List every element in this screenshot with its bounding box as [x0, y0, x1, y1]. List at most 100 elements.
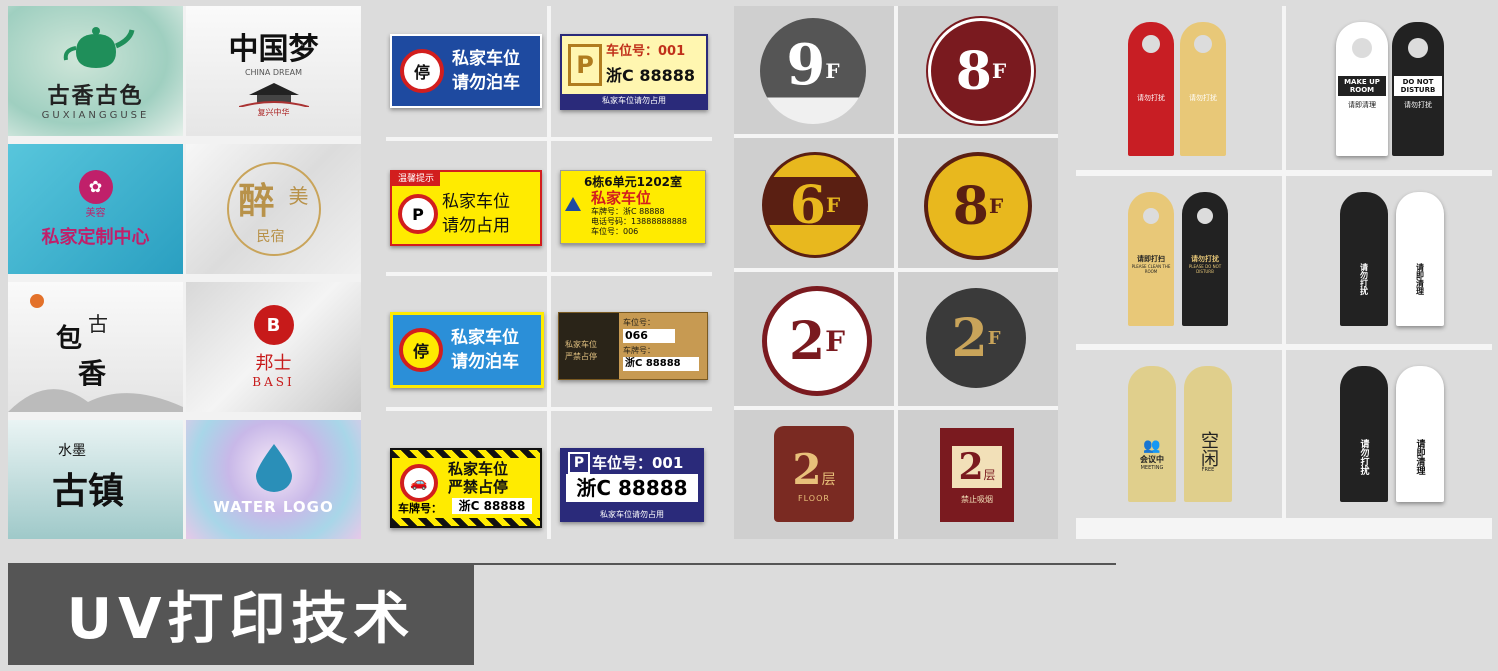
sun-icon [30, 294, 44, 308]
sign-warm-tip: 温馨提示 P 私家车位 请勿占用 [390, 170, 542, 246]
hanger-white-makeup: MAKE UP ROOM 请即清理 [1336, 22, 1388, 156]
custom-side: 美容 [85, 207, 106, 219]
h2-left: MAKE UP ROOM [1338, 76, 1386, 96]
sign7-plate: 浙C 88888 [452, 498, 532, 514]
mountain-icon [8, 389, 183, 412]
floor-2f-white: 2 F [762, 286, 872, 396]
zuimei-a: 醉 [238, 180, 275, 222]
logo-ink: 包 古 香 [8, 282, 183, 412]
sign8-footer: 私家车位请勿占用 [600, 510, 664, 519]
sign6-left1: 私家车位 [565, 340, 597, 349]
star-icon: B [253, 305, 294, 345]
banner-divider [474, 563, 1116, 565]
f2d-num: 2 [958, 445, 984, 488]
sign3-tip: 温馨提示 [392, 172, 441, 186]
no-stop-icon: 停 [400, 49, 444, 93]
sign3-line2: 请勿占用 [442, 216, 510, 236]
f2c-num: 2 [792, 445, 822, 494]
h3-left: 请即打扫 [1137, 255, 1165, 263]
sign7-plate-label: 车牌号： [398, 502, 442, 515]
h1-right: 请勿打扰 [1189, 94, 1217, 102]
tea-name: 古香古色 [47, 82, 144, 109]
sign6-plate-label: 车牌号： [623, 346, 655, 355]
f6-suffix: F [825, 193, 841, 217]
logo-tea: 古香古色 GUXIANGGUSE [8, 6, 183, 136]
sign6-label: 车位号： [623, 318, 655, 327]
logo-dream: 中国梦 CHINA DREAM 复兴中华 [186, 6, 361, 136]
p-icon-2: P [568, 452, 590, 474]
f9-suffix: F [825, 59, 840, 83]
hanger-meeting: 👥 会议中 MEETING [1128, 366, 1176, 502]
sign8-label: 车位号：001 [592, 454, 684, 472]
sign2-footer: 私家车位请勿占用 [562, 94, 706, 108]
town-small: 水墨 [58, 443, 86, 459]
sign-bronze: 私家车位 严禁占停 车位号： 066 车牌号： 浙C 88888 [558, 312, 708, 380]
h5-leftEn: MEETING [1140, 464, 1164, 471]
basi-cn: 邦士 [255, 353, 292, 374]
floor-9f: 9 F [760, 18, 866, 124]
floor-panel: 9 F 8 F 6 F 8 F 2 F 2 F 2 层 FLOOR 2 层 禁止… [734, 6, 1058, 539]
floor-2f-dark: 2 F [926, 288, 1026, 388]
parking-panel: 停 私家车位 请勿泊车 P 车位号：001 浙C 88888 私家车位请勿占用 … [386, 6, 712, 539]
sign2-label: 车位号：001 [606, 44, 686, 59]
sign7-line2: 严禁占停 [448, 478, 509, 496]
h4-right: 请即清理 [1415, 263, 1425, 295]
h2-leftcn: 请即清理 [1348, 101, 1376, 109]
f9-num: 9 [786, 32, 826, 98]
no-car-icon: 🚗 [400, 464, 438, 502]
teapot-icon [63, 26, 134, 68]
hanger-gold-clean: 请即打扫 PLEASE CLEAN THE ROOM [1128, 192, 1174, 326]
logo-water: WATER LOGO [186, 420, 361, 539]
banner: UV打印技术 [8, 563, 474, 665]
zuimei-circle: 醉 美 民宿 [226, 162, 321, 256]
f2a-suffix: F [825, 324, 846, 358]
sign6-num: 066 [623, 329, 675, 343]
h3-leftEn: PLEASE CLEAN THE ROOM [1131, 264, 1171, 274]
warning-icon [565, 197, 581, 211]
h5-rightEn: FREE [1201, 467, 1215, 473]
hanger-free: 空闲 FREE [1184, 366, 1232, 502]
tea-latin: GUXIANGGUSE [41, 109, 150, 121]
f2c-suffix: 层 [821, 472, 836, 488]
f8a-num: 8 [955, 40, 992, 102]
no-stop-icon-2: 停 [399, 328, 443, 372]
h1-left: 请勿打扰 [1137, 94, 1165, 102]
water-text: WATER LOGO [213, 497, 334, 516]
town-big: 古镇 [52, 470, 125, 512]
sign4-num: 车位号：006 [591, 227, 639, 236]
hanger-white-clean-2: 请即清理 [1396, 366, 1444, 502]
sign-striped: 🚗 私家车位 严禁占停 车牌号： 浙C 88888 [390, 448, 542, 528]
dream-sub: 复兴中华 [257, 108, 290, 117]
floor-6f: 6 F [762, 152, 868, 258]
sign7-line1: 私家车位 [448, 460, 509, 478]
dream-name: 中国梦 [228, 32, 319, 67]
sign4-plate: 车牌号：浙C 88888 [591, 207, 665, 216]
h3-right: 请勿打扰 [1191, 255, 1219, 263]
water-drop-icon [255, 443, 292, 492]
dream-latin: CHINA DREAM [244, 68, 303, 77]
hanger-panel: 请勿打扰 请勿打扰 MAKE UP ROOM 请即清理 DO NOT DISTU… [1076, 6, 1492, 539]
floor-2-layer-a: 2 层 FLOOR [774, 426, 854, 522]
lotus-icon: ✿ [78, 169, 113, 204]
sign-lot-001-a: P 车位号：001 浙C 88888 私家车位请勿占用 [560, 34, 708, 110]
f2c-sub: FLOOR [798, 494, 830, 503]
logo-panel: 古香古色 GUXIANGGUSE 中国梦 CHINA DREAM 复兴中华 ✿ … [8, 6, 361, 539]
sign-no-parking-blue-1: 停 私家车位 请勿泊车 [390, 34, 542, 108]
zuimei-b: 美 [288, 184, 309, 208]
custom-name: 私家定制中心 [41, 226, 150, 248]
hanger-white-clean: 请即清理 [1396, 192, 1444, 326]
temple-icon [238, 83, 309, 107]
h2-rightcn: 请勿打扰 [1404, 101, 1432, 109]
h6-right: 请即清理 [1414, 439, 1425, 475]
sign8-plate: 浙C 88888 [566, 474, 698, 502]
ink-a: 包 [56, 324, 83, 354]
sign3-line1: 私家车位 [442, 192, 510, 212]
ink-b: 古 [88, 312, 108, 336]
hanger-black-dnd: DO NOT DISTURB 请勿打扰 [1392, 22, 1444, 156]
banner-title: UV打印技术 [66, 586, 416, 652]
h3-rightEn: PLEASE DO NOT DISTURB [1188, 264, 1222, 274]
meeting-icon: 👥 [1143, 437, 1161, 454]
sign2-plate: 浙C 88888 [606, 66, 695, 85]
sign-no-parking-blue-2: 停 私家车位 请勿泊车 [390, 312, 544, 388]
h5-right: 空闲 [1198, 431, 1219, 467]
